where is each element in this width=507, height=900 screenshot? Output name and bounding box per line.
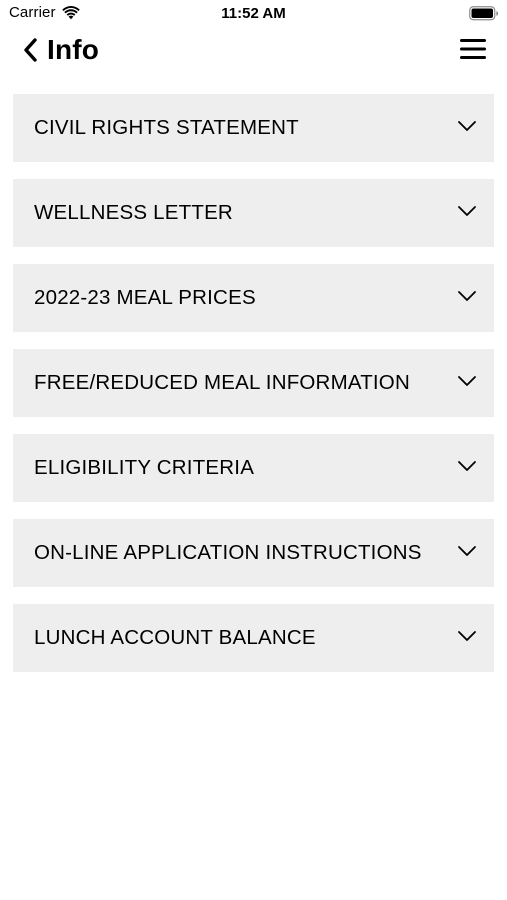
info-accordion-list: CIVIL RIGHTS STATEMENT WELLNESS LETTER 2… xyxy=(13,94,494,689)
status-time: 11:52 AM xyxy=(221,5,286,22)
accordion-item-meal-prices[interactable]: 2022-23 MEAL PRICES xyxy=(13,264,494,332)
chevron-down-icon xyxy=(458,461,476,471)
accordion-item-label: CIVIL RIGHTS STATEMENT xyxy=(34,116,299,139)
accordion-item-wellness-letter[interactable]: WELLNESS LETTER xyxy=(13,179,494,247)
accordion-item-label: WELLNESS LETTER xyxy=(34,201,233,224)
battery-icon xyxy=(469,6,499,21)
chevron-left-icon xyxy=(24,38,37,62)
chevron-down-icon xyxy=(458,291,476,301)
navigation-bar: Info xyxy=(0,28,507,72)
chevron-down-icon xyxy=(458,121,476,131)
chevron-down-icon xyxy=(458,206,476,216)
accordion-item-label: LUNCH ACCOUNT BALANCE xyxy=(34,626,316,649)
accordion-item-free-reduced-meal-information[interactable]: FREE/REDUCED MEAL INFORMATION xyxy=(13,349,494,417)
chevron-down-icon xyxy=(458,631,476,641)
hamburger-menu-icon[interactable] xyxy=(459,37,487,61)
accordion-item-online-application-instructions[interactable]: ON-LINE APPLICATION INSTRUCTIONS xyxy=(13,519,494,587)
accordion-item-label: 2022-23 MEAL PRICES xyxy=(34,286,256,309)
chevron-down-icon xyxy=(458,546,476,556)
accordion-item-lunch-account-balance[interactable]: LUNCH ACCOUNT BALANCE xyxy=(13,604,494,672)
accordion-item-label: ELIGIBILITY CRITERIA xyxy=(34,456,255,479)
page-title: Info xyxy=(47,34,100,65)
accordion-item-civil-rights-statement[interactable]: CIVIL RIGHTS STATEMENT xyxy=(13,94,494,162)
accordion-item-label: ON-LINE APPLICATION INSTRUCTIONS xyxy=(34,541,422,564)
accordion-item-label: FREE/REDUCED MEAL INFORMATION xyxy=(34,371,410,394)
accordion-item-eligibility-criteria[interactable]: ELIGIBILITY CRITERIA xyxy=(13,434,494,502)
back-button[interactable]: Info xyxy=(20,34,99,66)
status-bar: Carrier 11:52 AM xyxy=(0,0,507,28)
chevron-down-icon xyxy=(458,376,476,386)
